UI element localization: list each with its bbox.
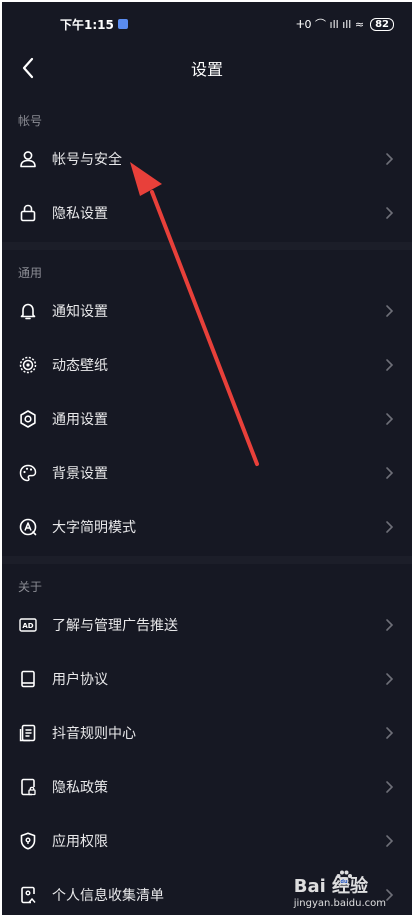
settings-item-label: 通知设置 [52, 304, 108, 320]
settings-item-label: 大字简明模式 [52, 520, 136, 536]
paw-logo-icon: du [336, 870, 352, 885]
info-list-icon [18, 885, 38, 905]
section-label-general: 通用 [18, 266, 43, 280]
bell-icon [18, 301, 38, 321]
signal-wifi-icon: ⵜ0 ⌒ ıll ıll ≈ [296, 18, 365, 31]
back-button[interactable] [14, 54, 42, 82]
lock-icon [18, 203, 38, 223]
section-label-about: 关于 [18, 580, 43, 594]
settings-item-app-permissions[interactable]: 应用权限 [2, 814, 412, 868]
battery-icon: 82 [370, 17, 394, 31]
settings-item-background[interactable]: 背景设置 [2, 446, 412, 500]
settings-item-live-wallpaper[interactable]: 动态壁纸 [2, 338, 412, 392]
chevron-left-icon [22, 57, 34, 79]
section-divider [2, 242, 412, 250]
settings-screen: 下午1:15 ⵜ0 ⌒ ıll ıll ≈ 82 设置 帐号 帐号与安全 隐私设… [2, 2, 412, 915]
user-icon [18, 149, 38, 169]
settings-item-label: 隐私设置 [52, 206, 108, 222]
settings-item-label: 用户协议 [52, 672, 108, 688]
settings-item-label: 抖音规则中心 [52, 726, 136, 742]
settings-item-label: 通用设置 [52, 412, 108, 428]
font-size-icon [18, 517, 38, 537]
watermark-brand: Bai 经验 [293, 876, 369, 897]
settings-item-label: 背景设置 [52, 466, 108, 482]
chevron-right-icon [386, 467, 394, 479]
status-indicators: ⵜ0 ⌒ ıll ıll ≈ 82 [296, 16, 394, 32]
chevron-right-icon [386, 305, 394, 317]
shield-icon [18, 831, 38, 851]
rules-icon [18, 723, 38, 743]
page-title: 设置 [190, 60, 223, 79]
settings-item-label: 个人信息收集清单 [52, 888, 164, 904]
watermark-url: jingyan.baidu.com [293, 898, 386, 909]
app-notification-icon [117, 19, 128, 29]
chevron-right-icon [386, 835, 394, 847]
settings-item-large-font-mode[interactable]: 大字简明模式 [2, 500, 412, 554]
ad-icon: AD [18, 615, 38, 635]
chevron-right-icon [386, 153, 394, 165]
chevron-right-icon [386, 359, 394, 371]
svg-text:du: du [340, 879, 348, 885]
section-divider [2, 556, 412, 564]
section-label-account: 帐号 [18, 114, 43, 128]
chevron-right-icon [386, 781, 394, 793]
header: 设置 [2, 46, 412, 90]
settings-item-user-agreement[interactable]: 用户协议 [2, 652, 412, 706]
gear-icon [18, 409, 38, 429]
settings-item-label: 帐号与安全 [52, 152, 122, 168]
status-time: 下午1:15 [60, 16, 128, 33]
settings-item-notifications[interactable]: 通知设置 [2, 284, 412, 338]
book-icon [18, 669, 38, 689]
chevron-right-icon [386, 207, 394, 219]
settings-item-label: 应用权限 [52, 834, 108, 850]
settings-item-account-security[interactable]: 帐号与安全 [2, 132, 412, 186]
settings-item-ad-management[interactable]: AD 了解与管理广告推送 [2, 598, 412, 652]
chevron-right-icon [386, 673, 394, 685]
baidu-watermark: Bai 经验 jingyan.baidu.com du [293, 870, 386, 909]
svg-text:AD: AD [22, 622, 33, 630]
palette-icon [18, 463, 38, 483]
chevron-right-icon [386, 521, 394, 533]
settings-item-rules-center[interactable]: 抖音规则中心 [2, 706, 412, 760]
settings-item-general[interactable]: 通用设置 [2, 392, 412, 446]
status-bar: 下午1:15 ⵜ0 ⌒ ıll ıll ≈ 82 [2, 2, 412, 46]
settings-item-label: 动态壁纸 [52, 358, 108, 374]
settings-item-privacy-policy[interactable]: 隐私政策 [2, 760, 412, 814]
chevron-right-icon [386, 619, 394, 631]
chevron-right-icon [386, 727, 394, 739]
privacy-doc-icon [18, 777, 38, 797]
wallpaper-icon [18, 355, 38, 375]
settings-item-privacy[interactable]: 隐私设置 [2, 186, 412, 240]
chevron-right-icon [386, 413, 394, 425]
settings-item-label: 隐私政策 [52, 780, 108, 796]
settings-item-label: 了解与管理广告推送 [52, 618, 178, 634]
